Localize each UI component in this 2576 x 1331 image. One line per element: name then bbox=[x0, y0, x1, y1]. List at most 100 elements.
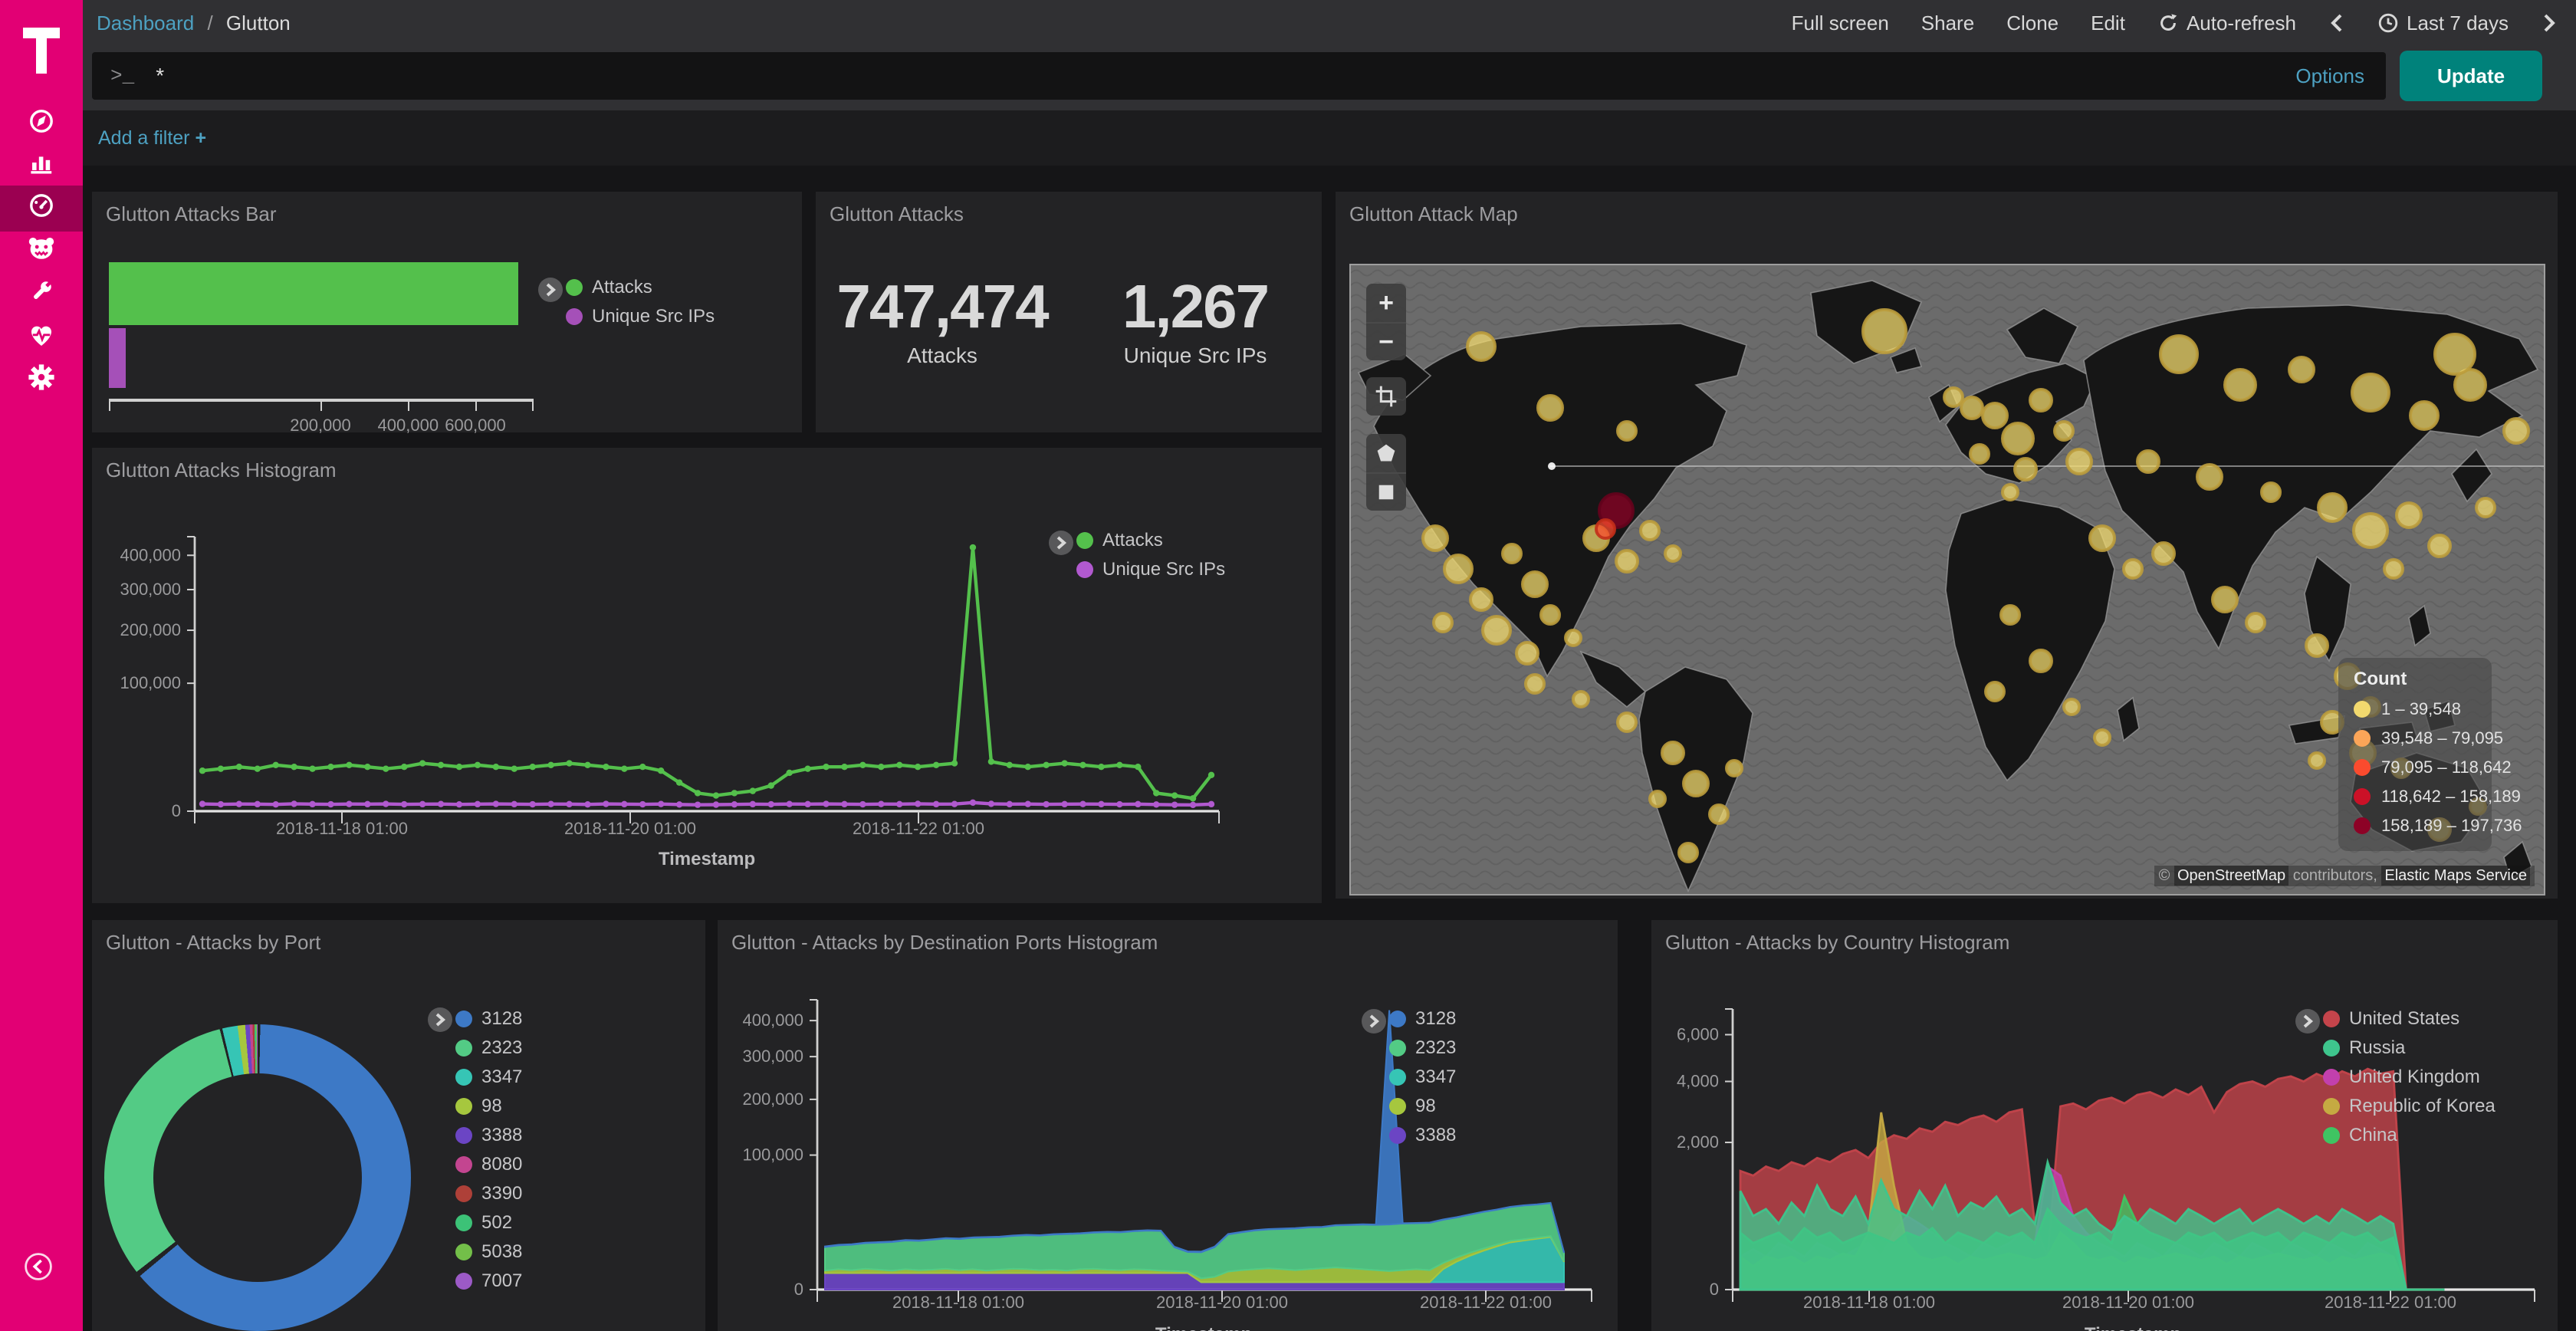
legend-item[interactable]: 7007 bbox=[455, 1267, 522, 1296]
sidebar-item-management[interactable] bbox=[0, 357, 83, 403]
map-bubble[interactable] bbox=[2306, 635, 2328, 656]
telekom-logo[interactable] bbox=[0, 12, 83, 89]
openstreetmap-link[interactable]: OpenStreetMap bbox=[2174, 866, 2288, 886]
map-bubble[interactable] bbox=[2246, 613, 2265, 632]
legend-item[interactable]: Attacks bbox=[1076, 526, 1225, 555]
legend-item[interactable]: Russia bbox=[2323, 1034, 2496, 1063]
map-bubble[interactable] bbox=[2225, 370, 2256, 400]
legend-toggle-icon[interactable] bbox=[538, 278, 563, 302]
elastic-maps-service-link[interactable]: Elastic Maps Service bbox=[2381, 866, 2530, 886]
map-bubble[interactable] bbox=[1503, 544, 1521, 563]
map-bubble[interactable] bbox=[2064, 699, 2079, 715]
sidebar-item-t-pot[interactable] bbox=[0, 228, 83, 274]
legend-item[interactable]: 98 bbox=[1389, 1092, 1456, 1121]
map-bubble[interactable] bbox=[1526, 675, 1544, 693]
map-bubble[interactable] bbox=[2153, 543, 2174, 564]
map-bubble[interactable] bbox=[1662, 742, 1684, 764]
map-bubble[interactable] bbox=[1470, 589, 1492, 610]
map-bubble[interactable] bbox=[1523, 572, 1547, 596]
map-bubble[interactable] bbox=[1679, 843, 1697, 862]
legend-item[interactable]: 3128 bbox=[455, 1004, 522, 1034]
share-button[interactable]: Share bbox=[1921, 12, 1974, 35]
map-bubble[interactable] bbox=[2160, 336, 2197, 373]
map-bubble[interactable] bbox=[2429, 535, 2450, 557]
sidebar-item-dev-tools[interactable] bbox=[0, 271, 83, 317]
legend-item[interactable]: 2323 bbox=[1389, 1034, 1456, 1063]
time-forward-button[interactable] bbox=[2541, 12, 2558, 34]
map-bubble[interactable] bbox=[2410, 402, 2438, 429]
legend-toggle-icon[interactable] bbox=[1049, 531, 1073, 555]
map-bubble[interactable] bbox=[2095, 730, 2110, 745]
add-filter-link[interactable]: Add a filter + bbox=[98, 127, 206, 150]
fit-bounds-icon[interactable] bbox=[1366, 377, 1406, 416]
fullscreen-button[interactable]: Full screen bbox=[1792, 12, 1889, 35]
query-value[interactable]: * bbox=[156, 64, 2295, 88]
clone-button[interactable]: Clone bbox=[2006, 12, 2058, 35]
map-bubble[interactable] bbox=[2003, 485, 2018, 500]
legend-item[interactable]: 3388 bbox=[455, 1121, 522, 1150]
map-bubble[interactable] bbox=[2213, 587, 2237, 612]
query-options-link[interactable]: Options bbox=[2295, 64, 2364, 88]
map-bubble[interactable] bbox=[1616, 550, 1638, 572]
map-bubble[interactable] bbox=[2309, 753, 2325, 768]
breadcrumb-dashboard-link[interactable]: Dashboard bbox=[97, 12, 194, 35]
map-bubble[interactable] bbox=[2055, 422, 2073, 440]
legend-item[interactable]: 3390 bbox=[455, 1179, 522, 1208]
time-range-picker[interactable]: Last 7 days bbox=[2377, 12, 2509, 35]
legend-item[interactable]: Republic of Korea bbox=[2323, 1092, 2496, 1121]
map-bubble[interactable] bbox=[2003, 423, 2033, 454]
polygon-tool-icon[interactable] bbox=[1366, 434, 1406, 472]
legend-toggle-icon[interactable] bbox=[2295, 1009, 2320, 1034]
legend-item[interactable]: United Kingdom bbox=[2323, 1063, 2496, 1092]
legend-item[interactable]: 5038 bbox=[455, 1237, 522, 1267]
map-bubble[interactable] bbox=[2504, 419, 2528, 443]
map-bubble[interactable] bbox=[1727, 761, 1742, 776]
map-bubble[interactable] bbox=[1641, 521, 1659, 540]
map-bubble[interactable] bbox=[2289, 357, 2314, 382]
map-bubble[interactable] bbox=[1566, 630, 1581, 646]
map-bubble[interactable] bbox=[1541, 606, 1559, 624]
map-bubble[interactable] bbox=[2015, 458, 2036, 480]
legend-item[interactable]: Attacks bbox=[566, 273, 715, 302]
map-bubble[interactable] bbox=[1983, 403, 2007, 428]
legend-item[interactable]: United States bbox=[2323, 1004, 2496, 1034]
map-bubble[interactable] bbox=[1573, 692, 1589, 707]
world-map[interactable]: + − Count 1 – 39,54839,548 – 79,09579,09… bbox=[1349, 264, 2545, 896]
map-bubble[interactable] bbox=[2067, 449, 2091, 474]
legend-item[interactable]: 2323 bbox=[455, 1034, 522, 1063]
legend-item[interactable]: 3388 bbox=[1389, 1121, 1456, 1150]
legend-item[interactable]: Unique Src IPs bbox=[566, 302, 715, 331]
attacks-histogram-chart[interactable]: 400,000300,000200,000100,00002018-11-18 … bbox=[92, 448, 1322, 903]
map-bubble[interactable] bbox=[1434, 613, 1452, 632]
legend-item[interactable]: 98 bbox=[455, 1092, 522, 1121]
map-bubble[interactable] bbox=[2384, 560, 2403, 578]
sidebar-item-discover[interactable] bbox=[0, 101, 83, 147]
map-bubble[interactable] bbox=[2137, 451, 2159, 472]
bar-unique-src-ips[interactable] bbox=[109, 328, 126, 388]
map-bubble[interactable] bbox=[1423, 526, 1447, 550]
map-bubble[interactable] bbox=[2030, 650, 2052, 672]
map-bubble[interactable] bbox=[1596, 520, 1615, 538]
map-bubble[interactable] bbox=[2435, 334, 2475, 374]
zoom-out-button[interactable]: − bbox=[1366, 322, 1406, 360]
map-bubble[interactable] bbox=[2354, 514, 2387, 547]
legend-item[interactable]: 3128 bbox=[1389, 1004, 1456, 1034]
map-bubble[interactable] bbox=[2030, 389, 2052, 411]
map-bubble[interactable] bbox=[1467, 333, 1495, 360]
sidebar-item-monitoring[interactable] bbox=[0, 316, 83, 362]
map-bubble[interactable] bbox=[2124, 560, 2142, 578]
map-bubble[interactable] bbox=[1986, 682, 2004, 701]
auto-refresh-button[interactable]: Auto-refresh bbox=[2157, 12, 2296, 35]
map-bubble[interactable] bbox=[2476, 498, 2495, 517]
zoom-in-button[interactable]: + bbox=[1366, 284, 1406, 322]
map-bubble[interactable] bbox=[2318, 494, 2346, 521]
time-back-button[interactable] bbox=[2328, 12, 2345, 34]
legend-item[interactable]: 3347 bbox=[1389, 1063, 1456, 1092]
map-bubble[interactable] bbox=[1684, 771, 1708, 796]
update-button[interactable]: Update bbox=[2400, 51, 2542, 101]
legend-item[interactable]: 3347 bbox=[455, 1063, 522, 1092]
map-bubble[interactable] bbox=[1516, 642, 1538, 664]
legend-item[interactable]: 502 bbox=[455, 1208, 522, 1237]
map-bubble[interactable] bbox=[1665, 546, 1681, 561]
map-bubble[interactable] bbox=[1863, 310, 1906, 353]
